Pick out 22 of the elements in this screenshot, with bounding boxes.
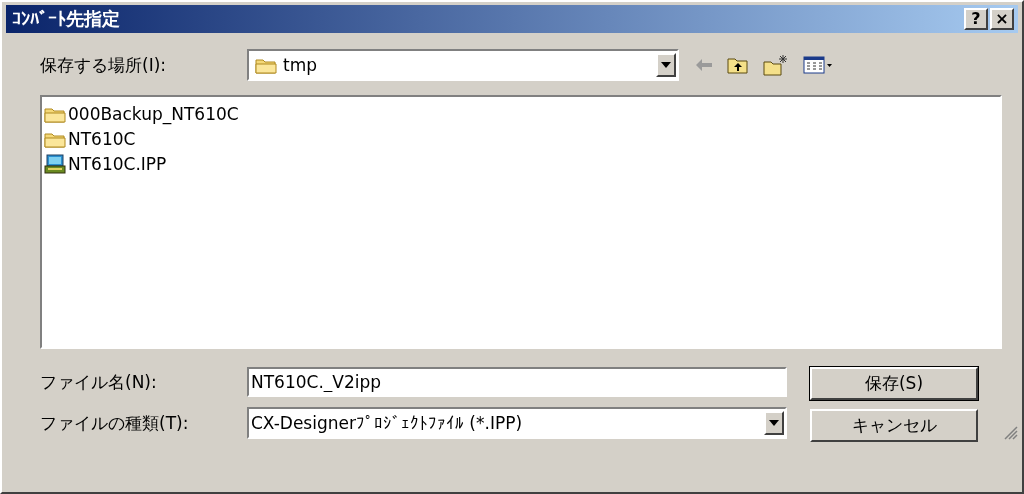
resize-grip-icon[interactable] [1004, 426, 1018, 440]
new-folder-icon[interactable] [763, 54, 789, 76]
up-folder-icon[interactable] [727, 55, 749, 75]
caret-icon [661, 62, 671, 68]
caret-icon [769, 420, 779, 426]
window-title: ｺﾝﾊﾞｰﾄ先指定 [12, 7, 121, 31]
file-type-dropdown[interactable]: CX-Designerﾌﾟﾛｼﾞｪｸﾄﾌｧｲﾙ (*.IPP) [247, 407, 787, 439]
field-label: ファイル名(N): [40, 370, 158, 394]
file-name[interactable]: NT610C.IPP [68, 153, 167, 174]
file-name[interactable]: 000Backup_NT610C [68, 103, 239, 124]
field-label: ファイルの種類(T): [40, 411, 190, 435]
project-file-icon [44, 153, 66, 174]
close-button[interactable]: × [990, 8, 1014, 30]
help-button[interactable]: ? [964, 8, 988, 30]
view-menu-icon[interactable] [803, 55, 833, 75]
field-label: 保存する場所(I): [40, 53, 167, 77]
folder-icon [255, 56, 277, 74]
save-button[interactable]: 保存(S) [810, 367, 978, 400]
file-name-field[interactable]: NT610C._V2ipp [247, 367, 787, 397]
cancel-button[interactable]: キャンセル [810, 409, 978, 442]
location-dropdown[interactable]: tmp [247, 49, 679, 81]
file-name[interactable]: NT610C [68, 128, 136, 149]
